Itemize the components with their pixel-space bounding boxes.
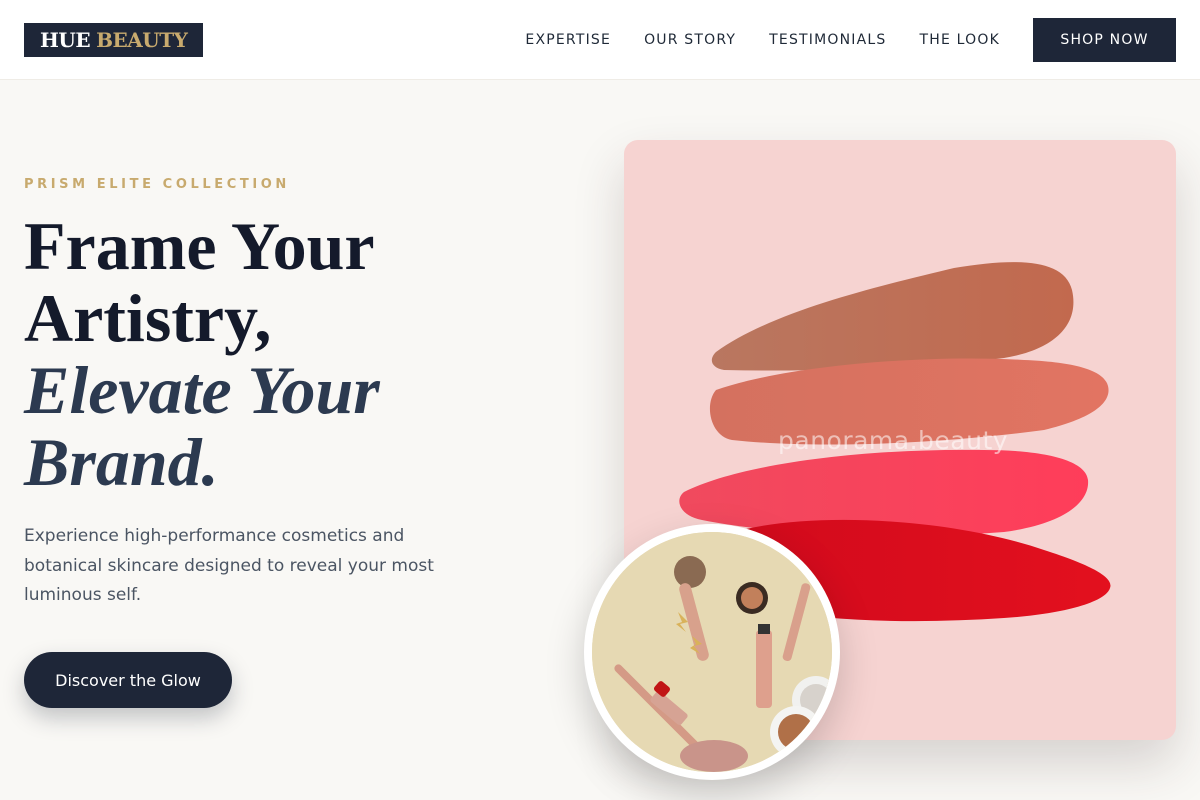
image-watermark: panorama.beauty [778, 426, 1009, 455]
nav-link-the-look[interactable]: THE LOOK [920, 32, 1001, 48]
makeup-flatlay-art [592, 532, 832, 772]
discover-glow-button[interactable]: Discover the Glow [24, 652, 232, 708]
shop-now-button[interactable]: SHOP NOW [1033, 18, 1176, 62]
nav-link-testimonials[interactable]: TESTIMONIALS [769, 32, 886, 48]
headline-line-1: Frame Your [24, 208, 375, 284]
site-header: HUE BEAUTY EXPERTISE OUR STORY TESTIMONI… [0, 0, 1200, 80]
hero-headline: Frame Your Artistry, Elevate Your Brand. [24, 210, 380, 498]
makeup-flatlay-image [592, 532, 832, 772]
headline-line-2: Artistry, [24, 280, 272, 356]
nav-link-our-story[interactable]: OUR STORY [644, 32, 736, 48]
hero-description: Experience high-performance cosmetics an… [24, 526, 434, 605]
brand-word-1: HUE [40, 28, 91, 52]
brand-word-2: BEAUTY [96, 28, 188, 52]
headline-line-3: Elevate Your [24, 352, 380, 428]
nav-link-expertise[interactable]: EXPERTISE [525, 32, 611, 48]
hero-eyebrow: PRISM ELITE COLLECTION [24, 177, 290, 192]
brand-logo[interactable]: HUE BEAUTY [24, 23, 204, 57]
main-nav: EXPERTISE OUR STORY TESTIMONIALS THE LOO… [525, 18, 1176, 62]
headline-line-4: Brand. [24, 424, 219, 500]
makeup-flatlay-frame [584, 524, 840, 780]
